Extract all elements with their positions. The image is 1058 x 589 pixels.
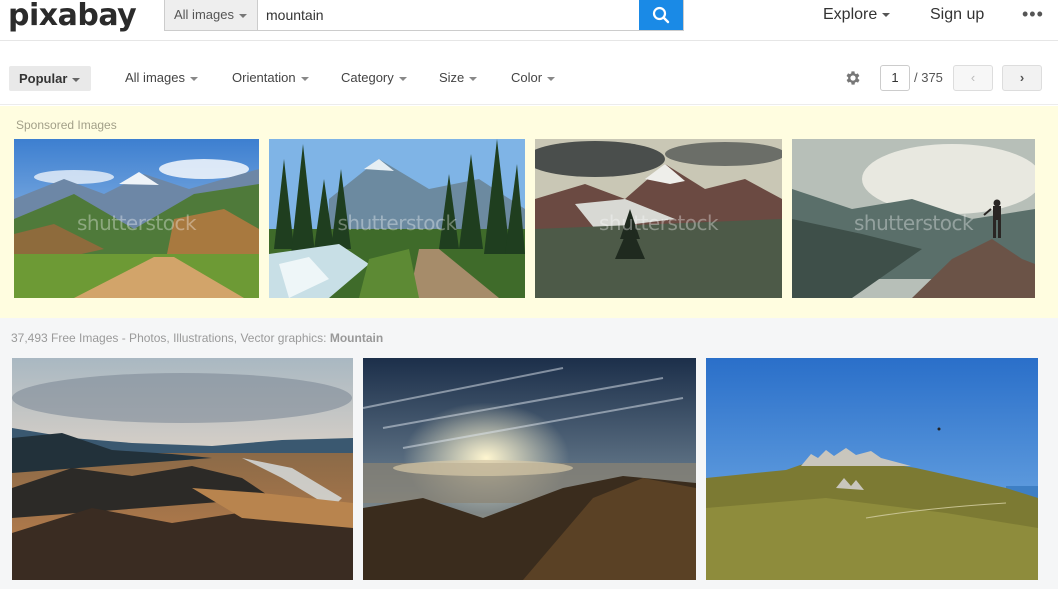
filter-image-type[interactable]: All images	[125, 70, 198, 85]
filter-label: All images	[125, 70, 185, 85]
explore-menu[interactable]: Explore	[823, 6, 891, 24]
page-total: / 375	[914, 70, 943, 85]
sunset-clouds-photo	[363, 358, 696, 580]
explore-label: Explore	[823, 6, 878, 23]
chevron-down-icon	[882, 12, 891, 17]
filter-color[interactable]: Color	[511, 70, 556, 85]
result-image[interactable]	[706, 358, 1038, 580]
chevron-down-icon	[547, 76, 556, 81]
sponsored-image[interactable]: shutterstock	[792, 139, 1035, 298]
chevron-down-icon	[469, 76, 478, 81]
next-page-button[interactable]: ›	[1002, 65, 1042, 91]
search-type-dropdown[interactable]: All images	[165, 0, 258, 30]
search-bar: All images	[164, 0, 684, 31]
layered-hills-photo	[12, 358, 353, 580]
filter-bar: Popular All images Orientation Category …	[0, 41, 1058, 105]
watermark: shutterstock	[853, 210, 974, 235]
results-count: 37,493 Free Images - Photos, Illustratio…	[11, 331, 383, 345]
gear-icon[interactable]	[844, 69, 862, 87]
top-header: pixabay All images Explore Sign up •••	[0, 0, 1058, 41]
sponsored-image[interactable]: shutterstock	[14, 139, 259, 298]
watermark: shutterstock	[76, 210, 197, 235]
search-icon	[652, 6, 670, 23]
pixabay-logo[interactable]: pixabay	[8, 0, 137, 32]
sort-label: Popular	[19, 71, 68, 86]
more-menu-icon[interactable]: •••	[1022, 4, 1044, 25]
filter-label: Orientation	[232, 70, 296, 85]
sponsored-label: Sponsored Images	[16, 118, 117, 132]
sponsored-section: Sponsored Images shutterstock shuttersto…	[0, 106, 1058, 318]
sponsored-image[interactable]: shutterstock	[535, 139, 782, 298]
chevron-down-icon	[189, 76, 198, 81]
rocky-hill-photo	[706, 358, 1038, 580]
filter-size[interactable]: Size	[439, 70, 478, 85]
sort-popular-dropdown[interactable]: Popular	[9, 66, 91, 91]
filter-label: Category	[341, 70, 394, 85]
chevron-down-icon	[300, 76, 309, 81]
search-button[interactable]	[639, 0, 683, 30]
sponsored-image[interactable]: shutterstock	[269, 139, 525, 298]
results-query: Mountain	[329, 331, 384, 345]
results-section: 37,493 Free Images - Photos, Illustratio…	[0, 318, 1058, 589]
signup-link[interactable]: Sign up	[930, 6, 984, 24]
filter-label: Size	[439, 70, 465, 85]
page-number-input[interactable]: 1	[880, 65, 910, 91]
chevron-down-icon	[398, 76, 407, 81]
filter-label: Color	[511, 70, 543, 85]
chevron-down-icon	[72, 77, 81, 82]
filter-orientation[interactable]: Orientation	[232, 70, 309, 85]
result-image[interactable]	[12, 358, 353, 580]
chevron-down-icon	[238, 13, 247, 18]
results-count-text: 37,493 Free Images - Photos, Illustratio…	[11, 331, 327, 345]
prev-page-button[interactable]: ‹	[953, 65, 993, 91]
search-type-label: All images	[174, 7, 234, 22]
watermark: shutterstock	[598, 210, 719, 235]
filter-category[interactable]: Category	[341, 70, 407, 85]
watermark: shutterstock	[337, 210, 457, 235]
result-image[interactable]	[363, 358, 696, 580]
search-input[interactable]	[258, 0, 639, 30]
